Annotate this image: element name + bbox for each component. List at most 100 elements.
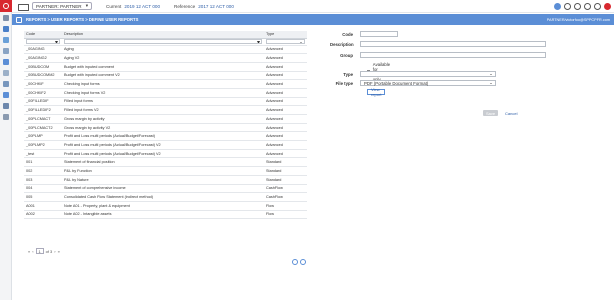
nav-reports-icon[interactable] [0, 23, 12, 34]
report-icon [16, 16, 22, 23]
type-row: Type [330, 71, 496, 77]
table-row[interactable]: _00PLCMACT2 Gross margin by activity V2 Ad… [24, 123, 307, 133]
breadcrumb: REPORTS > USER REPORTS > DEFINE USER REP… [26, 17, 139, 22]
nav-calendar-icon[interactable] [0, 89, 12, 100]
filter-icon[interactable] [55, 40, 58, 44]
column-header-type[interactable]: Type [264, 31, 307, 39]
table-row[interactable]: _00PLMP Profit and Loss multi periods (Ac… [24, 131, 307, 142]
help-icon[interactable] [574, 2, 581, 10]
table-row[interactable]: _00FILLEDIF2 Filled input forms V2 Advance… [24, 105, 307, 115]
cell-code: _00PLMP2 [24, 140, 62, 150]
nav-analysis-icon[interactable] [0, 67, 12, 78]
cell-code: 002 [24, 166, 62, 176]
column-header-code[interactable]: Code [24, 31, 62, 39]
table-row[interactable]: 005 Consolidated Cash Flow Statement (ind… [24, 192, 307, 202]
cell-code: _00CHKIF2 [24, 88, 62, 98]
table-row[interactable]: A001 Note A01 - Property, plant & equipme… [24, 201, 307, 211]
table-row[interactable]: _00PLMP2 Profit and Loss multi periods (A… [24, 140, 307, 150]
save-button[interactable]: Save [483, 110, 498, 116]
cell-code: _00CHKIF [24, 79, 62, 89]
user-icon[interactable] [594, 2, 601, 10]
filter-type-select[interactable] [266, 39, 305, 44]
filter-description-input[interactable] [64, 39, 262, 44]
cell-type: Standard [264, 166, 307, 176]
table-row[interactable]: _00PLCMACT Gross margin by activity Advanc… [24, 114, 307, 124]
folder-icon[interactable] [18, 3, 29, 11]
nav-admin-icon[interactable] [0, 111, 12, 122]
grid-icon[interactable] [564, 2, 571, 10]
cell-code: _00PLCMACT2 [24, 123, 62, 133]
table-row[interactable]: _00CHKIF Checking input forms Advanced [24, 79, 307, 89]
add-icon[interactable] [292, 259, 298, 265]
nav-tools-icon[interactable] [0, 78, 12, 89]
column-header-description[interactable]: Description [62, 31, 264, 39]
cell-code: A002 [24, 210, 62, 220]
prev-page-button[interactable]: ‹ [32, 249, 33, 254]
table-row[interactable]: _00BUDCOMM2 Budget with inputed comment V… [24, 71, 307, 81]
cell-type: Advanced [264, 88, 307, 98]
view-report-button[interactable]: View report [367, 87, 386, 97]
next-page-button[interactable]: › [54, 249, 55, 254]
table-row[interactable]: _00FILLEDIF Filled input forms Advanced [24, 97, 307, 107]
filter-icon[interactable] [257, 40, 260, 44]
page-input[interactable]: 1 [35, 248, 44, 254]
current-value[interactable]: 2019 12 ACT 000 [124, 4, 160, 9]
cell-description: Note A01 - Property, plant & equipment [62, 201, 264, 211]
table-row[interactable]: 004 Statement of comprehensive income Cash… [24, 184, 307, 194]
logout-icon[interactable] [604, 2, 611, 10]
filter-type-cell [264, 38, 307, 46]
nav-users-icon[interactable] [0, 56, 12, 67]
cell-code: _00FILLEDIF2 [24, 105, 62, 115]
table-row[interactable]: A002 Note A02 - Intangible assets Flow [24, 210, 307, 220]
group-field[interactable] [360, 52, 546, 58]
table-row[interactable]: 001 Statement of financial position Standa… [24, 157, 307, 168]
notifications-icon[interactable] [584, 2, 591, 10]
cell-code: _00AGING [24, 45, 62, 55]
nav-data-icon[interactable] [0, 34, 12, 45]
description-field[interactable] [360, 41, 546, 47]
cell-description: P&L by Nature [62, 175, 264, 185]
cell-code: 004 [24, 184, 62, 194]
code-field[interactable] [360, 31, 398, 37]
last-page-button[interactable]: » [58, 249, 60, 254]
cell-type: Advanced [264, 105, 307, 115]
first-page-button[interactable]: « [28, 249, 30, 254]
table-row[interactable]: _00AGING2 Aging V2 Advanced [24, 53, 307, 63]
description-label: Description [330, 41, 354, 47]
type-select[interactable] [360, 71, 496, 77]
delete-icon[interactable] [300, 259, 306, 265]
cell-description: Checking input forms [62, 79, 264, 89]
group-label: Group [340, 52, 353, 58]
user-account[interactable]: PARTNER/victorfoo@SPPCPFR.com [547, 18, 610, 22]
reference-label: Reference [174, 3, 196, 9]
cell-type: Advanced [264, 62, 307, 72]
page-count: of 3 [45, 248, 53, 254]
filter-code-input[interactable] [26, 39, 60, 44]
table-row[interactable]: _00CHKIF2 Checking input forms V2 Advanced [24, 88, 307, 98]
table-row[interactable]: 002 P&L by Function Standard [24, 166, 307, 176]
table-row[interactable]: _test Profit and Loss multi periods (Actu… [24, 149, 307, 159]
nav-settings-icon[interactable] [0, 45, 12, 56]
cell-code: 003 [24, 175, 62, 185]
settings-icon[interactable] [554, 2, 561, 10]
table-row[interactable]: 003 P&L by Nature Standard [24, 175, 307, 185]
table-row[interactable]: _00AGING Aging Advanced [24, 45, 307, 55]
partner-select[interactable]: PARTNER: PARTNER ▾ [32, 2, 92, 10]
filetype-select[interactable]: PDF (Portable Document Format) [360, 80, 496, 86]
cell-type: Advanced [264, 114, 307, 124]
nav-globe-icon[interactable] [0, 100, 12, 111]
cell-description: Statement of comprehensive income [62, 184, 264, 194]
cell-description: Budget with inputed comment V2 [62, 71, 264, 81]
cancel-button[interactable]: Cancel [505, 110, 517, 116]
nav-home-icon[interactable] [0, 12, 12, 23]
description-row: Description [330, 41, 546, 47]
cell-type: Advanced [264, 53, 307, 63]
table-row[interactable]: _00BUDCOM Budget with inputed comment Adva… [24, 62, 307, 72]
cell-description: Profit and Loss multi periods (Actual/Bu… [62, 149, 264, 159]
cell-description: Aging [62, 45, 264, 55]
cell-description: Consolidated Cash Flow Statement (indire… [62, 192, 264, 202]
app-logo[interactable] [0, 0, 12, 12]
cell-code: 001 [24, 157, 62, 168]
reference-value[interactable]: 2017 12 ACT 000 [198, 4, 234, 9]
partner-value: PARTNER: PARTNER [36, 3, 82, 9]
